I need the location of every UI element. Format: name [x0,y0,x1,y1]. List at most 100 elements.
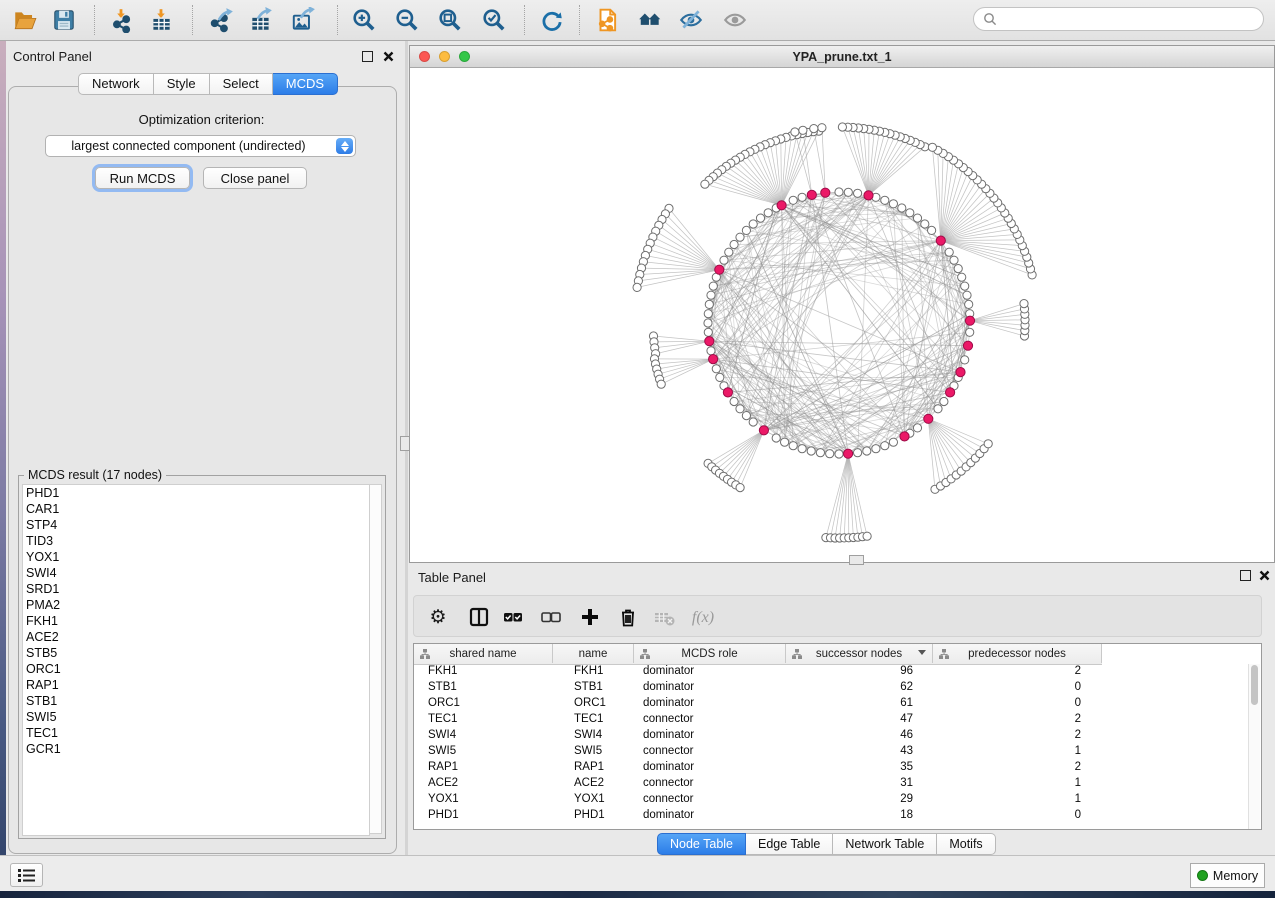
settings-button[interactable]: ⚙ [423,602,453,632]
cell-mcds-role: dominator [643,681,694,693]
table-row[interactable]: TEC1TEC1connector472 [414,712,1261,728]
mcds-result-item[interactable]: SWI5 [23,709,369,725]
search-input[interactable] [973,7,1264,31]
table-scrollbar[interactable] [1248,664,1260,829]
column-header-predecessor-nodes[interactable]: predecessor nodes [933,644,1102,663]
table-row[interactable]: ACE2ACE2connector311 [414,776,1261,792]
mcds-result-item[interactable]: CAR1 [23,501,369,517]
network-canvas[interactable] [410,68,1274,562]
cell-name: YOX1 [574,793,605,805]
network-title: YPA_prune.txt_1 [410,50,1274,64]
share-document-button[interactable] [591,5,623,35]
function-builder-disabled-icon: f(x) [691,605,715,629]
status-bar: Memory [0,855,1275,891]
toolbar-separator [94,5,95,35]
mcds-result-item[interactable]: SWI4 [23,565,369,581]
open-file-button[interactable] [9,5,41,35]
tab-mcds[interactable]: MCDS [273,73,338,95]
task-history-button[interactable] [10,863,43,887]
import-network-icon [108,7,134,33]
svg-text:⚙: ⚙ [429,607,446,628]
zoom-selected-button[interactable] [478,5,510,35]
control-panel-titlebar: Control Panel [6,41,405,70]
table-row[interactable]: SWI4SWI4dominator462 [414,728,1261,744]
mcds-result-item[interactable]: FKH1 [23,613,369,629]
float-icon[interactable] [362,51,373,62]
tab-network[interactable]: Network [78,73,154,95]
float-icon[interactable] [1240,570,1251,581]
save-session-button[interactable] [48,5,80,35]
home-pair-button[interactable] [634,5,666,35]
mcds-result-list[interactable]: PHD1CAR1STP4TID3YOX1SWI4SRD1PMA2FKH1ACE2… [22,484,370,836]
sort-descending-icon [918,650,926,655]
table-row[interactable]: YOX1YOX1connector291 [414,792,1261,808]
mcds-result-item[interactable]: SRD1 [23,581,369,597]
table-row[interactable]: SWI5SWI5connector431 [414,744,1261,760]
cell-shared-name: FKH1 [428,665,457,677]
select-all-button[interactable] [498,602,528,632]
mcds-result-item[interactable]: STB5 [23,645,369,661]
mcds-result-item[interactable]: ORC1 [23,661,369,677]
mcds-result-item[interactable]: ACE2 [23,629,369,645]
tab-select[interactable]: Select [210,73,273,95]
delete-button[interactable] [613,602,643,632]
cell-mcds-role: dominator [643,809,694,821]
zoom-out-button[interactable] [391,5,423,35]
table-row[interactable]: PHD1PHD1dominator180 [414,808,1261,824]
hide-eye-icon [678,7,704,33]
mcds-result-item[interactable]: GCR1 [23,741,369,757]
import-network-button[interactable] [105,5,137,35]
criterion-dropdown[interactable]: largest connected component (undirected) [45,135,356,157]
column-header-shared-name[interactable]: shared name [414,644,553,663]
application-window: Control Panel NetworkStyleSelectMCDS Opt… [0,0,1275,898]
tab-node-table[interactable]: Node Table [657,833,746,855]
hide-eye-button[interactable] [675,5,707,35]
cell-successor-nodes: 46 [786,729,923,741]
mcds-result-item[interactable]: PMA2 [23,597,369,613]
table-panel-tabs: Node TableEdge TableNetwork TableMotifs [657,833,996,855]
mcds-result-item[interactable]: STB1 [23,693,369,709]
refresh-button[interactable] [536,5,568,35]
select-all-icon [501,605,525,629]
cell-name: ORC1 [574,697,606,709]
cell-name: SWI5 [574,745,602,757]
toggle-column-panel-button[interactable] [464,602,494,632]
table-body: FKH1FKH1dominator962STB1STB1dominator620… [414,664,1261,824]
tab-motifs[interactable]: Motifs [937,833,995,855]
column-header-MCDS-role[interactable]: MCDS role [634,644,786,663]
deselect-all-button[interactable] [536,602,566,632]
tab-network-table[interactable]: Network Table [833,833,937,855]
mcds-result-item[interactable]: YOX1 [23,549,369,565]
run-mcds-button[interactable]: Run MCDS [95,167,190,189]
column-header-successor-nodes[interactable]: successor nodes [786,644,933,663]
export-table-button[interactable] [245,5,277,35]
export-image-button[interactable] [287,5,319,35]
close-icon[interactable] [1259,570,1270,581]
mcds-result-item[interactable]: TEC1 [23,725,369,741]
import-table-button[interactable] [145,5,177,35]
zoom-fit-button[interactable] [434,5,466,35]
tab-edge-table[interactable]: Edge Table [746,833,833,855]
cell-name: STB1 [574,681,603,693]
tab-style[interactable]: Style [154,73,210,95]
zoom-in-button[interactable] [348,5,380,35]
table-row[interactable]: ORC1ORC1dominator610 [414,696,1261,712]
cell-successor-nodes: 61 [786,697,923,709]
mcds-result-item[interactable]: TID3 [23,533,369,549]
table-row[interactable]: FKH1FKH1dominator962 [414,664,1261,680]
memory-button[interactable]: Memory [1190,863,1265,888]
zoom-in-icon [351,7,377,33]
close-panel-button[interactable]: Close panel [203,167,307,189]
export-network-button[interactable] [206,5,238,35]
add-button[interactable] [575,602,605,632]
mcds-list-scrollbar[interactable] [369,484,382,834]
show-eye-button[interactable] [719,5,751,35]
column-header-name[interactable]: name [553,644,634,663]
table-row[interactable]: RAP1RAP1dominator352 [414,760,1261,776]
cell-shared-name: ACE2 [428,777,458,789]
table-row[interactable]: STB1STB1dominator620 [414,680,1261,696]
mcds-result-item[interactable]: RAP1 [23,677,369,693]
mcds-result-item[interactable]: PHD1 [23,485,369,501]
mcds-result-item[interactable]: STP4 [23,517,369,533]
close-icon[interactable] [383,51,394,62]
